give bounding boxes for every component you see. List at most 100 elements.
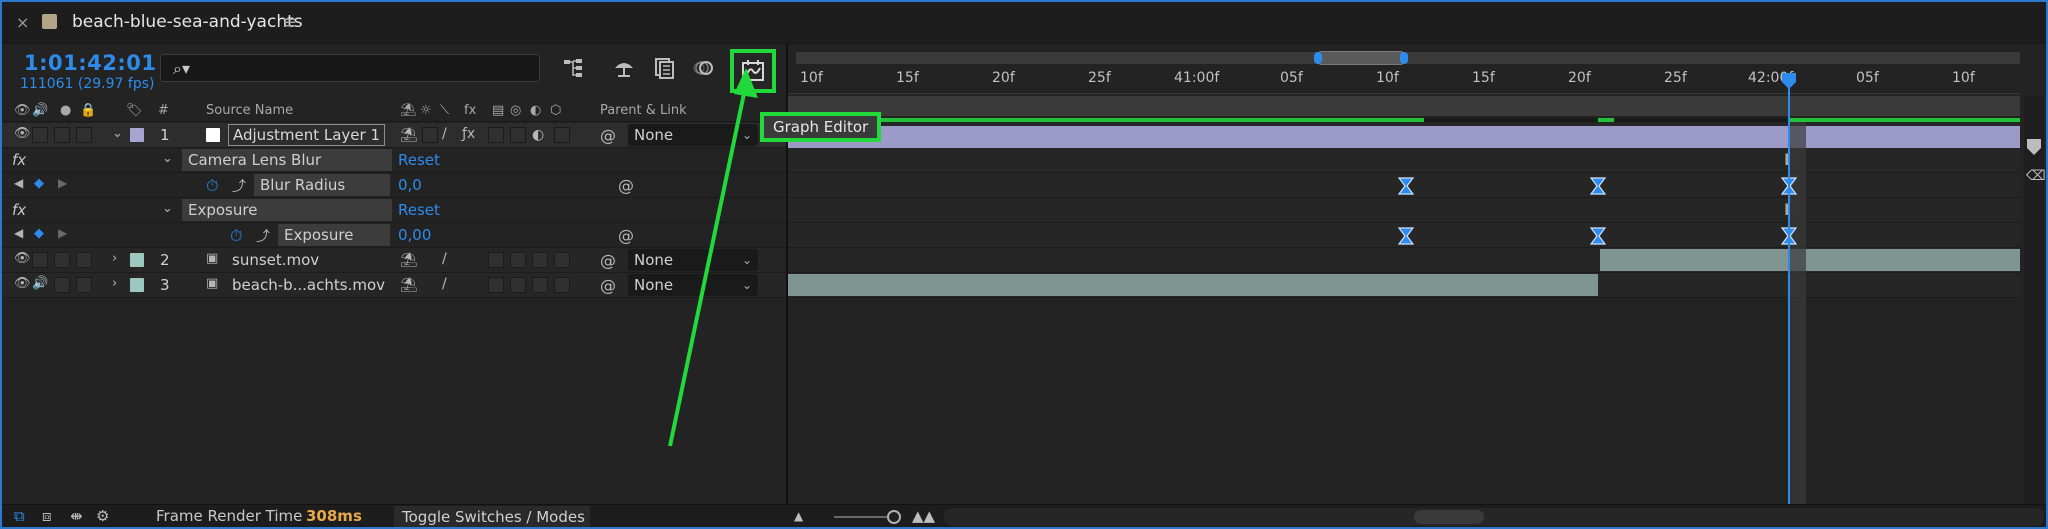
comp-marker-bin-icon[interactable]: ⌫ bbox=[2026, 168, 2046, 184]
3d-layer-switch-box[interactable] bbox=[554, 277, 570, 293]
toggle-switches-modes-button[interactable]: Toggle Switches / Modes bbox=[394, 506, 590, 527]
shy-switch-header-icon[interactable]: ⛱ bbox=[400, 103, 417, 118]
close-tab-icon[interactable]: × bbox=[16, 13, 29, 32]
effect-fx-icon[interactable]: fx bbox=[12, 201, 26, 219]
video-visible-icon[interactable]: 👁 bbox=[14, 276, 31, 291]
solo-toggle-box[interactable] bbox=[54, 252, 70, 268]
add-keyframe-icon[interactable]: ◆ bbox=[34, 176, 44, 191]
solo-toggle-box[interactable] bbox=[54, 277, 70, 293]
motion-blur-header-icon[interactable]: ◎ bbox=[510, 103, 521, 118]
add-keyframe-icon[interactable]: ◆ bbox=[34, 226, 44, 241]
layer-label-swatch[interactable] bbox=[130, 278, 144, 292]
shy-layers-icon[interactable] bbox=[610, 54, 638, 82]
beach-layer-bar[interactable] bbox=[788, 274, 1598, 296]
layer-name[interactable]: beach-b...achts.mov bbox=[232, 276, 385, 294]
expand-chevron-down-icon[interactable]: ⌄ bbox=[112, 126, 123, 141]
transfer-controls-pane-icon[interactable]: ⧈ bbox=[42, 507, 52, 525]
prev-keyframe-icon[interactable]: ◀ bbox=[14, 226, 23, 240]
audio-toggle-box[interactable] bbox=[32, 252, 48, 268]
layer-name[interactable]: Adjustment Layer 1 bbox=[228, 124, 386, 146]
zoom-slider-track[interactable] bbox=[834, 516, 894, 518]
work-area-bar[interactable] bbox=[788, 96, 2020, 116]
adjustment-layer-switch-box[interactable] bbox=[532, 277, 548, 293]
expression-pickwhip-icon[interactable]: @ bbox=[618, 176, 634, 195]
video-visible-icon[interactable]: 👁 bbox=[14, 251, 31, 266]
time-ruler[interactable]: 10f 15f 20f 25f 41:00f 05f 10f 15f 20f 2… bbox=[788, 66, 2020, 94]
motion-blur-switch-box[interactable] bbox=[510, 127, 526, 143]
in-out-duration-pane-icon[interactable]: ⇼ bbox=[70, 507, 83, 525]
time-navigator-bar[interactable] bbox=[796, 52, 2020, 64]
adjustment-layer-bar[interactable] bbox=[788, 126, 2020, 148]
graph-toggle-icon[interactable]: ⤴ bbox=[256, 226, 270, 246]
quality-switch-icon[interactable]: / bbox=[442, 126, 447, 142]
lock-toggle-box[interactable] bbox=[76, 127, 92, 143]
prev-keyframe-icon[interactable]: ◀ bbox=[14, 176, 23, 190]
render-time-pane-icon[interactable]: ⚙ bbox=[96, 507, 109, 525]
shy-switch-icon[interactable]: ⛱ bbox=[400, 127, 418, 143]
property-value[interactable]: 0,0 bbox=[398, 176, 422, 194]
horizontal-scrollbar-thumb[interactable] bbox=[1414, 510, 1484, 524]
collapse-switch-box[interactable] bbox=[422, 127, 438, 143]
frame-blend-header-icon[interactable]: ▤ bbox=[492, 103, 504, 118]
shy-switch-icon[interactable]: ⛱ bbox=[400, 252, 418, 268]
layer-label-swatch[interactable] bbox=[130, 253, 144, 267]
keyframe-marker[interactable] bbox=[1588, 226, 1608, 246]
quality-switch-icon[interactable]: / bbox=[442, 251, 447, 267]
label-header-icon[interactable]: 🏷 bbox=[126, 103, 143, 118]
navigator-start-handle[interactable] bbox=[1314, 52, 1322, 64]
horizontal-scrollbar[interactable] bbox=[944, 508, 2044, 526]
adjustment-layer-switch-box[interactable] bbox=[532, 252, 548, 268]
zoom-out-icon[interactable]: ▲ bbox=[794, 509, 803, 523]
zoom-in-icon[interactable]: ▲▲ bbox=[912, 507, 935, 525]
3d-layer-switch-box[interactable] bbox=[554, 127, 570, 143]
effects-switch-icon[interactable]: ƒx bbox=[462, 126, 475, 142]
property-value[interactable]: 0,00 bbox=[398, 226, 431, 244]
sunset-layer-bar[interactable] bbox=[1600, 249, 2020, 271]
frame-blend-switch-box[interactable] bbox=[488, 252, 504, 268]
video-visible-icon[interactable]: 👁 bbox=[14, 126, 31, 141]
quality-switch-icon[interactable]: / bbox=[442, 276, 447, 292]
zoom-slider-knob[interactable] bbox=[887, 510, 901, 524]
stopwatch-icon[interactable]: ⏱ bbox=[230, 226, 242, 246]
shy-switch-icon[interactable]: ⛱ bbox=[400, 277, 418, 293]
composition-flowchart-icon[interactable] bbox=[560, 54, 588, 82]
layer-number-header[interactable]: # bbox=[158, 103, 169, 118]
vertical-scrollbar[interactable]: ⌫ bbox=[2024, 96, 2046, 504]
zoom-marker-icon[interactable] bbox=[2026, 138, 2042, 156]
expand-chevron-right-icon[interactable]: › bbox=[112, 276, 117, 291]
source-name-header[interactable]: Source Name bbox=[206, 103, 293, 118]
panel-menu-icon[interactable]: ≡ bbox=[282, 12, 297, 33]
parent-pickwhip-icon[interactable]: @ bbox=[600, 276, 616, 295]
current-time-indicator[interactable] bbox=[1788, 76, 1790, 504]
solo-switch-header-icon[interactable]: ● bbox=[60, 103, 71, 118]
current-time-display[interactable]: 1:01:42:01 bbox=[24, 51, 156, 75]
frame-blend-switch-box[interactable] bbox=[488, 127, 504, 143]
effect-name[interactable]: Camera Lens Blur bbox=[182, 149, 392, 171]
frame-blend-switch-box[interactable] bbox=[488, 277, 504, 293]
layer-switches-pane-icon[interactable]: ⧉ bbox=[14, 507, 25, 525]
quality-switch-header-icon[interactable]: ⟍ bbox=[440, 103, 449, 118]
audio-switch-header-icon[interactable]: 🔊 bbox=[32, 103, 48, 118]
parent-pickwhip-icon[interactable]: @ bbox=[600, 126, 616, 145]
layer-name[interactable]: sunset.mov bbox=[232, 251, 319, 269]
adjustment-layer-switch-icon[interactable]: ◐ bbox=[532, 127, 544, 143]
graph-toggle-icon[interactable]: ⤴ bbox=[232, 176, 246, 196]
stopwatch-icon[interactable]: ⏱ bbox=[206, 176, 218, 196]
layer-label-swatch[interactable] bbox=[130, 128, 144, 142]
expand-chevron-right-icon[interactable]: › bbox=[112, 251, 117, 266]
navigator-end-handle[interactable] bbox=[1400, 52, 1408, 64]
lock-toggle-box[interactable] bbox=[76, 277, 92, 293]
effect-reset-link[interactable]: Reset bbox=[398, 151, 440, 169]
playhead-handle-icon[interactable] bbox=[1781, 72, 1797, 90]
effect-fx-icon[interactable]: fx bbox=[12, 151, 26, 169]
parent-pickwhip-icon[interactable]: @ bbox=[600, 251, 616, 270]
expression-pickwhip-icon[interactable]: @ bbox=[618, 226, 634, 245]
video-switch-header-icon[interactable]: 👁 bbox=[14, 103, 31, 118]
effect-reset-link[interactable]: Reset bbox=[398, 201, 440, 219]
keyframe-marker[interactable] bbox=[1396, 176, 1416, 196]
effects-switch-header[interactable]: fx bbox=[464, 103, 476, 118]
lock-switch-header-icon[interactable]: 🔒 bbox=[80, 103, 96, 118]
audio-toggle-box[interactable] bbox=[32, 127, 48, 143]
composition-tab-title[interactable]: beach-blue-sea-and-yachts bbox=[72, 12, 303, 32]
lock-toggle-box[interactable] bbox=[76, 252, 92, 268]
